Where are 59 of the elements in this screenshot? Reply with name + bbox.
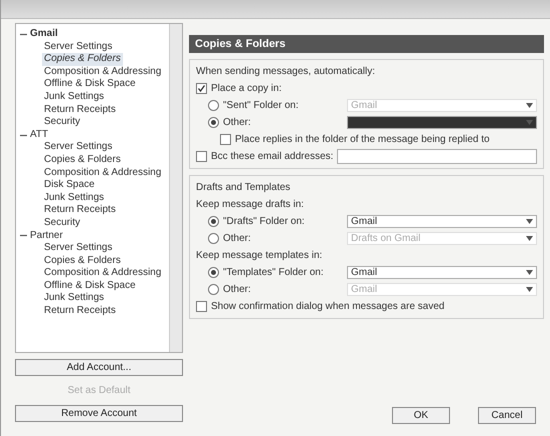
dropdown-arrow-icon xyxy=(526,219,533,224)
tree-item[interactable]: Security xyxy=(42,116,82,129)
account-button[interactable]: Remove Account xyxy=(15,405,183,422)
checkbox[interactable] xyxy=(196,301,207,312)
dropdown-arrow-icon xyxy=(526,120,533,125)
dialog-button[interactable]: OK xyxy=(392,407,450,424)
account-name[interactable]: ATT xyxy=(30,128,48,142)
tree-item[interactable]: Disk Space xyxy=(42,179,97,192)
checkbox-label: Place replies in the folder of the message being replied to xyxy=(235,134,490,145)
group-label: Keep message drafts in: xyxy=(196,199,304,210)
tree-item[interactable]: Security xyxy=(42,216,82,230)
tree-item[interactable]: Return Receipts xyxy=(42,104,118,116)
tree-item[interactable]: Return Receipts xyxy=(42,204,118,217)
section-label: When sending messages, automatically: xyxy=(196,66,375,77)
tree-item[interactable]: Composition & Addressing xyxy=(42,66,164,78)
account-button[interactable]: Add Account... xyxy=(15,359,183,376)
tree-item[interactable]: Server Settings xyxy=(42,242,114,255)
radio-label: "Templates" Folder on: xyxy=(223,267,324,278)
checkbox-label: Place a copy in: xyxy=(211,83,282,94)
dropdown-arrow-icon xyxy=(526,236,533,241)
account-name[interactable]: Gmail xyxy=(30,28,58,41)
tree-item[interactable]: Return Receipts xyxy=(42,305,118,318)
tree-item[interactable]: Composition & Addressing xyxy=(42,166,164,180)
checkbox-label: Bcc these email addresses: xyxy=(211,151,334,162)
account-name[interactable]: Partner xyxy=(30,230,63,242)
tree-item[interactable]: Server Settings xyxy=(42,141,114,154)
tree-item[interactable]: Copies & Folders xyxy=(42,154,123,167)
dialog-button[interactable]: Cancel xyxy=(478,407,536,424)
tree-item[interactable]: Composition & Addressing xyxy=(42,267,164,280)
tree-item[interactable]: Junk Settings xyxy=(42,192,106,204)
input-field[interactable] xyxy=(337,149,537,164)
radio-label: "Sent" Folder on: xyxy=(223,100,298,111)
radio-button[interactable] xyxy=(208,117,219,128)
dropdown-arrow-icon xyxy=(526,270,533,275)
checkbox[interactable] xyxy=(196,151,207,162)
tree-item[interactable]: Offline & Disk Space xyxy=(42,280,138,292)
tree-item[interactable]: Copies & Folders xyxy=(42,53,123,66)
folder-dropdown[interactable]: Gmail xyxy=(347,266,537,279)
tree-item[interactable]: Junk Settings xyxy=(42,90,106,104)
dropdown-arrow-icon xyxy=(526,103,533,108)
tree-item[interactable]: Server Settings xyxy=(42,40,114,54)
tree-item[interactable]: Copies & Folders xyxy=(42,254,123,268)
radio-button[interactable] xyxy=(208,216,219,227)
checkbox[interactable] xyxy=(196,83,207,94)
radio-label: "Drafts" Folder on: xyxy=(223,216,305,227)
tree-item[interactable]: Offline & Disk Space xyxy=(42,78,138,91)
radio-button[interactable] xyxy=(208,267,219,278)
folder-dropdown[interactable] xyxy=(347,116,537,129)
radio-label: Other: xyxy=(223,284,251,295)
folder-dropdown[interactable]: Gmail xyxy=(347,215,537,228)
group-label: Keep message templates in: xyxy=(196,250,322,261)
tree-item[interactable]: Junk Settings xyxy=(42,292,106,306)
radio-label: Other: xyxy=(223,117,251,128)
radio-label: Other: xyxy=(223,233,251,244)
page-header: Copies & Folders xyxy=(189,35,544,53)
section-label: Drafts and Templates xyxy=(196,182,290,193)
checkbox[interactable] xyxy=(220,134,231,145)
checkbox-label: Show confirmation dialog when messages are saved xyxy=(211,301,444,312)
dropdown-arrow-icon xyxy=(526,287,533,292)
